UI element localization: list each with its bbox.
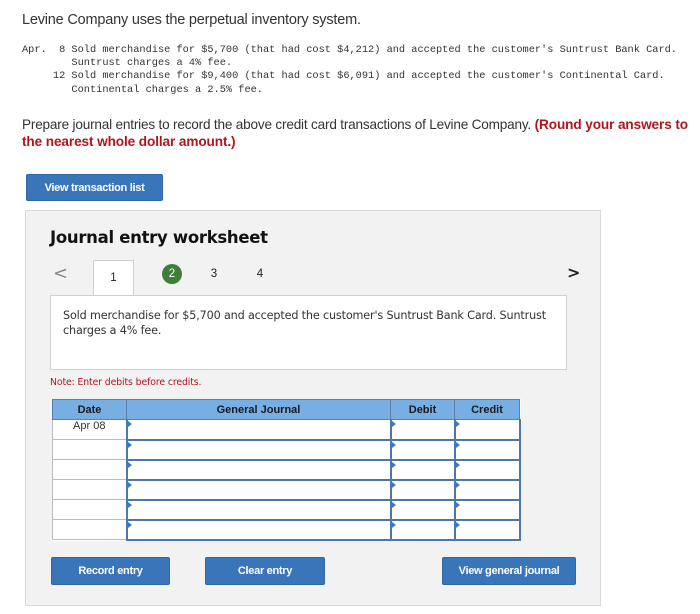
debit-input[interactable] xyxy=(389,479,456,501)
header-credit: Credit xyxy=(454,399,520,420)
account-input[interactable] xyxy=(125,499,392,521)
debit-input[interactable] xyxy=(389,519,456,541)
journal-header-row: Date General Journal Debit Credit xyxy=(52,399,520,420)
table-row xyxy=(52,519,521,541)
view-general-journal-button[interactable]: View general journal xyxy=(442,557,576,585)
credit-input[interactable] xyxy=(453,499,521,521)
journal-table: Date General Journal Debit Credit Apr 08 xyxy=(52,399,521,541)
credit-input[interactable] xyxy=(453,439,521,461)
tab-3[interactable]: 3 xyxy=(206,264,222,284)
date-cell xyxy=(52,479,127,500)
transaction-description-box: Sold merchandise for $5,700 and accepted… xyxy=(50,295,567,370)
account-input[interactable] xyxy=(125,439,392,461)
account-input[interactable] xyxy=(125,479,392,501)
table-row xyxy=(52,459,521,481)
view-transaction-list-button[interactable]: View transaction list xyxy=(26,174,163,201)
problem-intro: Levine Company uses the perpetual invent… xyxy=(22,12,361,28)
tab-1[interactable]: 1 xyxy=(93,260,134,295)
date-cell xyxy=(52,519,127,540)
journal-entry-worksheet: Journal entry worksheet < 1 2 3 4 > Sold… xyxy=(25,210,601,606)
tab-2[interactable]: 2 xyxy=(162,264,182,284)
date-cell xyxy=(52,459,127,480)
transaction-list: Apr. 8 Sold merchandise for $5,700 (that… xyxy=(22,44,677,96)
account-input[interactable] xyxy=(125,459,392,481)
record-entry-button[interactable]: Record entry xyxy=(51,557,170,585)
instructions-text: Prepare journal entries to record the ab… xyxy=(22,117,535,132)
header-debit: Debit xyxy=(390,399,455,420)
credit-input[interactable] xyxy=(453,479,521,501)
table-row xyxy=(52,439,521,461)
transaction-description: Sold merchandise for $5,700 and accepted… xyxy=(63,309,546,337)
date-cell xyxy=(52,439,127,460)
worksheet-title: Journal entry worksheet xyxy=(50,228,268,247)
header-date: Date xyxy=(52,399,127,420)
debits-note: Note: Enter debits before credits. xyxy=(50,377,202,388)
tab-4[interactable]: 4 xyxy=(252,264,268,284)
chevron-right-icon[interactable]: > xyxy=(567,263,580,282)
table-row xyxy=(52,479,521,501)
debit-input[interactable] xyxy=(389,419,456,441)
header-general-journal: General Journal xyxy=(126,399,391,420)
debit-input[interactable] xyxy=(389,459,456,481)
debit-input[interactable] xyxy=(389,499,456,521)
instructions: Prepare journal entries to record the ab… xyxy=(22,116,692,150)
date-cell xyxy=(52,499,127,520)
clear-entry-button[interactable]: Clear entry xyxy=(205,557,325,585)
account-input[interactable] xyxy=(125,419,392,441)
debit-input[interactable] xyxy=(389,439,456,461)
date-cell: Apr 08 xyxy=(52,419,127,440)
credit-input[interactable] xyxy=(453,519,521,541)
credit-input[interactable] xyxy=(453,459,521,481)
table-row: Apr 08 xyxy=(52,419,521,441)
account-input[interactable] xyxy=(125,519,392,541)
chevron-left-icon[interactable]: < xyxy=(53,263,68,284)
table-row xyxy=(52,499,521,521)
credit-input[interactable] xyxy=(453,419,521,441)
